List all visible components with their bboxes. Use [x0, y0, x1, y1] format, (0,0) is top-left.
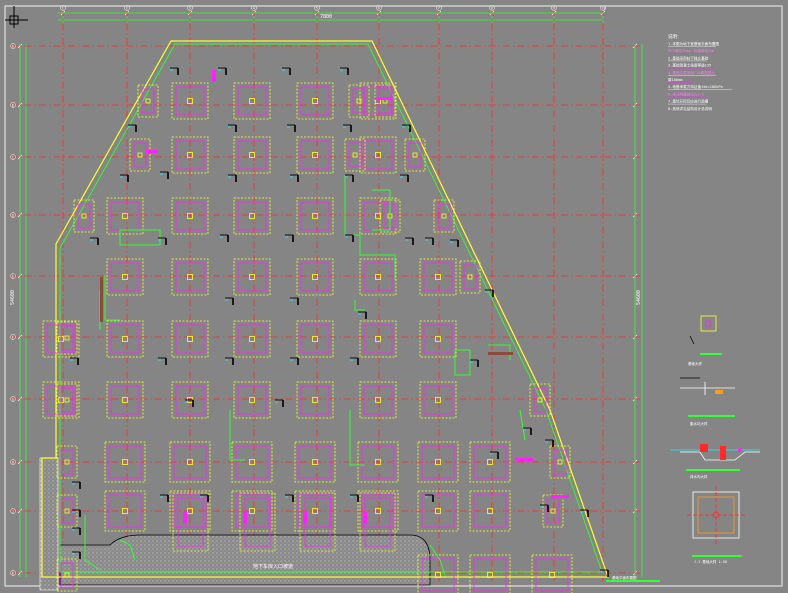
note-line: 尺寸单位为mm，标高单位为m	[668, 48, 714, 53]
note-line: 3.基础混凝土强度等级C35	[668, 63, 711, 68]
legend-caption-2: 集水坑大样	[690, 421, 708, 426]
axis-label-top: 5	[316, 7, 318, 11]
axis-label-left: C	[12, 155, 14, 159]
axis-label-top: 6	[378, 7, 380, 11]
axis-label-top: 3	[189, 7, 191, 11]
legend-caption-4: J-1 基础大样 1:50	[694, 559, 727, 564]
ramp-label: 地下车库入口坡道	[253, 563, 293, 570]
axis-label-left: J	[12, 509, 14, 513]
axis-label-top: 10	[602, 7, 606, 11]
axis-label-top: 7	[438, 7, 440, 11]
axis-label-top: 2	[126, 7, 128, 11]
axis-label-top: 9	[553, 7, 555, 11]
left-dimension-text: 54600	[10, 290, 16, 305]
note-line: 4.基底垃层采用C15素混凝土	[668, 70, 715, 75]
legend-caption-1: 基础大样	[688, 361, 702, 366]
note-line: 7.基坑开挖后应进行验槽	[668, 99, 709, 104]
note-line: 6.未注明基础均为J-1	[668, 91, 704, 96]
axis-label-left: H	[12, 460, 14, 464]
right-dimension-text: 54600	[636, 290, 642, 305]
cad-viewport[interactable]: 7800 54600 54600 1 2 3 4 5 6 7 8 9 10 ABCDEFGHJK …	[0, 0, 788, 593]
note-line: 1.本图为地下室基础平面布置图	[668, 41, 719, 46]
hatch-area-left	[39, 457, 59, 591]
foundation-plan-drawing: 7800 54600 54600 1 2 3 4 5 6 7 8 9 10 ABCDEFGHJK …	[0, 0, 788, 593]
title-block-text: 基础平面布置图	[612, 575, 637, 580]
note-line: 5.地基承载力特征值fak=180kPa	[668, 84, 723, 89]
axis-label-left: E	[12, 274, 14, 278]
axis-label-top: 4	[253, 7, 255, 11]
note-line: 8.其他详见结构设计总说明	[668, 106, 712, 111]
axis-label-left: B	[12, 103, 14, 107]
axis-label-left: D	[12, 213, 14, 217]
axis-label-top: 8	[491, 7, 493, 11]
notes-title: 说明：	[668, 33, 682, 40]
wall-segment	[100, 277, 103, 322]
note-line: 厚100mm	[668, 77, 682, 82]
axis-label-left: G	[12, 397, 14, 401]
legend-caption-3: 排水沟大样	[690, 474, 708, 479]
axis-label-left: F	[12, 335, 14, 339]
axis-label-top: 1	[62, 7, 64, 11]
top-dimension-text: 7800	[320, 14, 332, 20]
note-line: 2.基础采用柱下独立基础	[668, 55, 709, 60]
wall-segment-2	[488, 352, 513, 355]
